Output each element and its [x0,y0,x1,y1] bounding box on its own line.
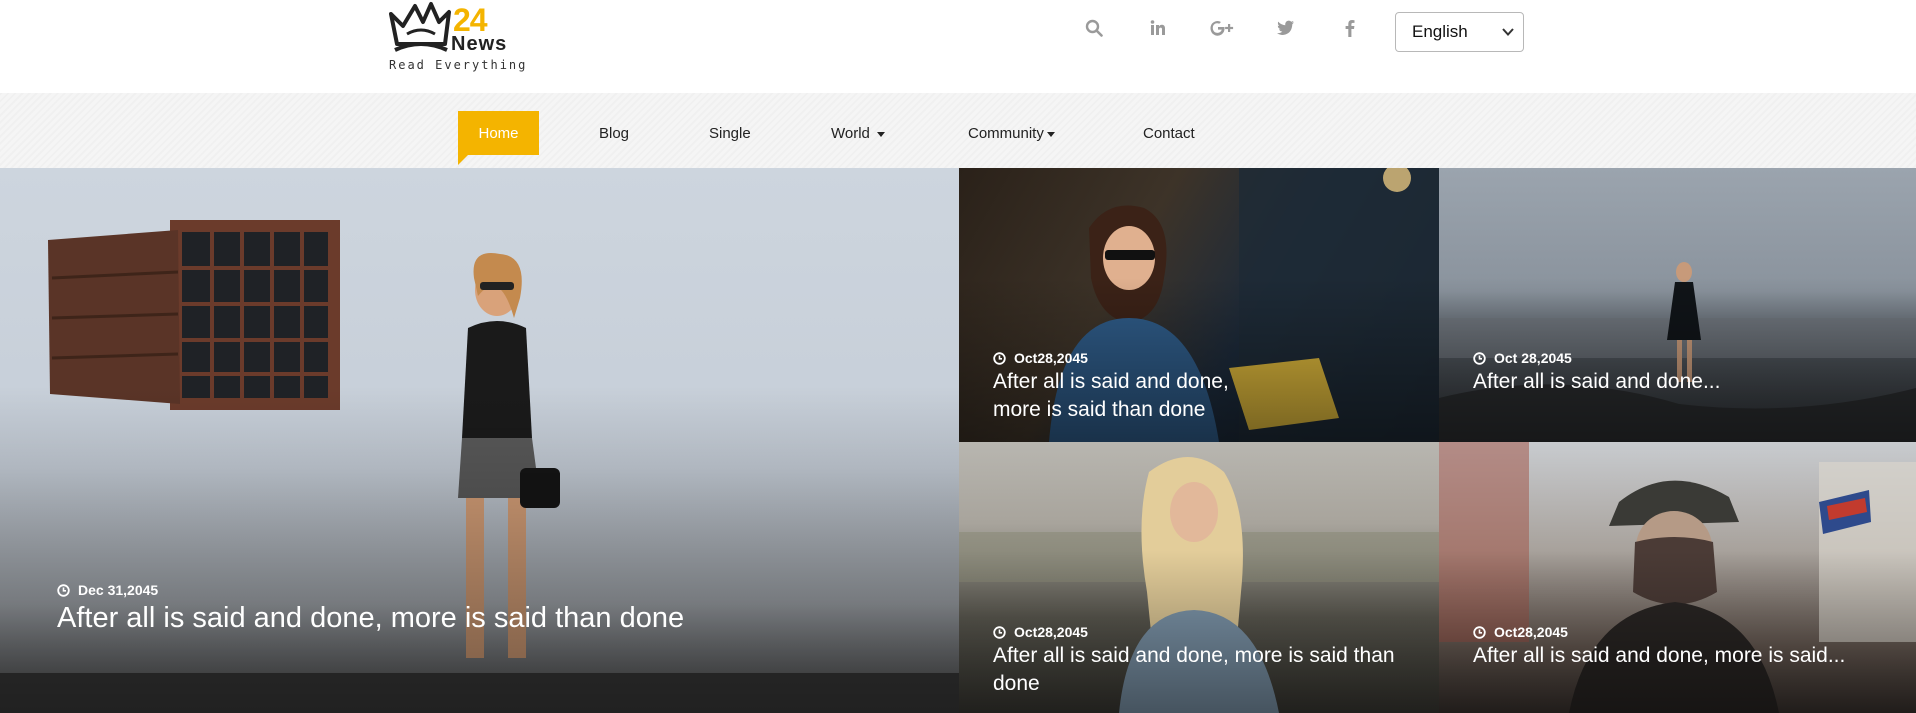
nav-contact-label: Contact [1143,124,1195,142]
logo-number: 24 [453,2,488,38]
linkedin-icon[interactable] [1144,14,1172,42]
caret-down-icon [1046,131,1055,137]
post-title-line-1: After all is said and done, more is said… [993,644,1395,667]
nav-world[interactable]: World [831,111,885,155]
nav-home-label: Home [478,124,519,142]
clock-icon [993,625,1006,639]
crown-icon [389,2,451,52]
nav-community[interactable]: Community [968,111,1055,155]
caret-down-icon [876,131,885,137]
post-title[interactable]: After all is said and done, more is said… [1473,642,1903,670]
featured-post-3[interactable]: Oct 28,2045 After all is said and done..… [1439,168,1916,442]
nav-home[interactable]: Home [458,111,539,165]
nav-single-label: Single [709,124,751,142]
post-date-text: Oct28,2045 [1494,624,1568,640]
post-date: Oct28,2045 [993,624,1088,640]
featured-post-2[interactable]: Oct28,2045 After all is said and done, m… [959,168,1439,442]
post-date: Oct28,2045 [1473,624,1568,640]
clock-icon [57,583,70,597]
language-select-value: English [1412,22,1468,41]
post-date-text: Dec 31,2045 [78,582,159,598]
featured-post-4[interactable]: Oct28,2045 After all is said and done, m… [959,442,1439,713]
clock-icon [1473,625,1486,639]
nav-community-label: Community [968,124,1044,142]
post-title-line-2: more is said than done [993,398,1206,421]
post-title[interactable]: After all is said and done... [1473,368,1893,396]
post-title-line-2: done [993,672,1040,695]
facebook-icon[interactable] [1336,14,1364,42]
chevron-down-icon [1502,28,1514,36]
clock-icon [1473,351,1486,365]
featured-post-main[interactable]: Dec 31,2045 After all is said and done, … [0,168,959,713]
language-select[interactable]: English [1395,12,1524,52]
post-date: Oct28,2045 [993,350,1088,366]
post-date: Dec 31,2045 [57,582,158,598]
site-header: 24 News Read Everything English [0,0,1916,93]
nav-single[interactable]: Single [709,111,751,155]
logo-wordmark: News [451,33,508,55]
post-date-text: Oct28,2045 [1014,624,1088,640]
twitter-icon[interactable] [1272,14,1300,42]
nav-contact[interactable]: Contact [1143,111,1195,155]
nav-blog[interactable]: Blog [599,111,629,155]
site-logo[interactable]: 24 News Read Everything [387,0,527,78]
post-title[interactable]: After all is said and done, more is said… [993,642,1423,698]
search-icon[interactable] [1080,14,1108,42]
logo-tagline: Read Everything [389,58,528,72]
post-title[interactable]: After all is said and done, more is said… [57,600,917,636]
featured-post-5[interactable]: Oct28,2045 After all is said and done, m… [1439,442,1916,713]
post-date-text: Oct28,2045 [1014,350,1088,366]
post-date: Oct 28,2045 [1473,350,1572,366]
nav-world-label: World [831,124,870,142]
google-plus-icon[interactable] [1208,14,1236,42]
clock-icon [993,351,1006,365]
nav-blog-label: Blog [599,124,630,142]
post-title-line-1: After all is said and done, [993,370,1229,393]
main-navigation: Home Blog Single World Community Contact [0,93,1916,168]
post-title[interactable]: After all is said and done, more is said… [993,368,1413,424]
post-date-text: Oct 28,2045 [1494,350,1572,366]
